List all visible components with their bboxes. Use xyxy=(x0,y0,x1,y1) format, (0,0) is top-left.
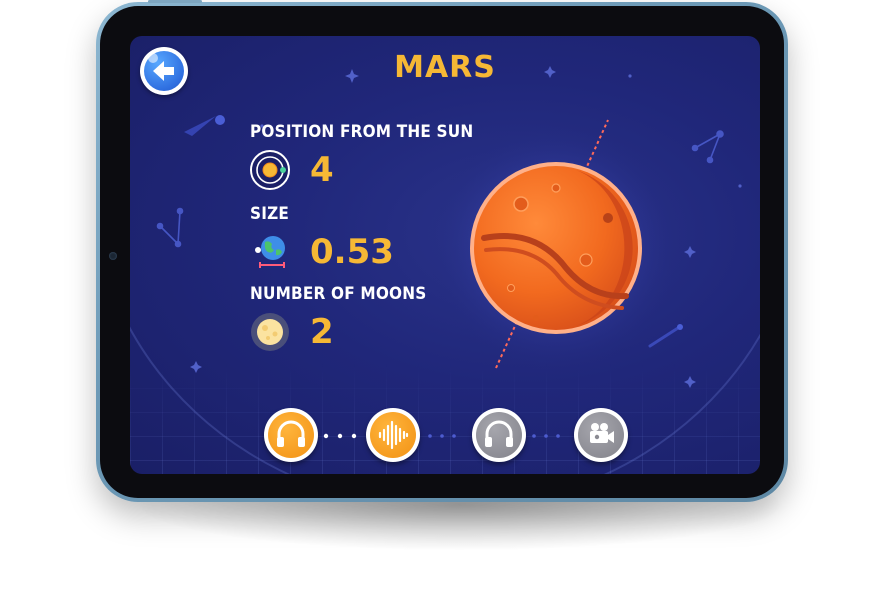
volume-button xyxy=(180,0,202,3)
stat-label-size: SIZE xyxy=(250,204,290,224)
controls-connector xyxy=(323,433,560,439)
tablet-device: MARS POSITION FROM THE SUN 4 SIZE 0.53 N… xyxy=(96,0,788,502)
audio-wave-button[interactable] xyxy=(366,408,420,462)
app-screen: MARS POSITION FROM THE SUN 4 SIZE 0.53 N… xyxy=(130,36,760,474)
video-button[interactable] xyxy=(574,408,628,462)
audio-wave-icon xyxy=(378,420,409,450)
headphones-icon xyxy=(277,420,305,447)
moon-icon xyxy=(250,312,290,352)
page-title: MARS xyxy=(394,50,496,85)
listen-alt-button[interactable] xyxy=(472,408,526,462)
stat-value-moons: 2 xyxy=(310,312,334,352)
front-camera xyxy=(109,252,117,260)
stat-value-size: 0.53 xyxy=(310,232,394,272)
stat-value-position: 4 xyxy=(310,150,334,190)
listen-button[interactable] xyxy=(264,408,318,462)
video-camera-icon xyxy=(590,423,614,443)
top-button xyxy=(148,0,184,3)
stat-label-moons: NUMBER OF MOONS xyxy=(250,284,427,304)
mars-planet-illustration xyxy=(426,118,686,378)
tablet-bezel: MARS POSITION FROM THE SUN 4 SIZE 0.53 N… xyxy=(100,6,784,498)
orbit-sun-icon xyxy=(250,150,290,190)
headphones-icon xyxy=(485,420,513,447)
earth-scale-icon xyxy=(250,232,290,272)
